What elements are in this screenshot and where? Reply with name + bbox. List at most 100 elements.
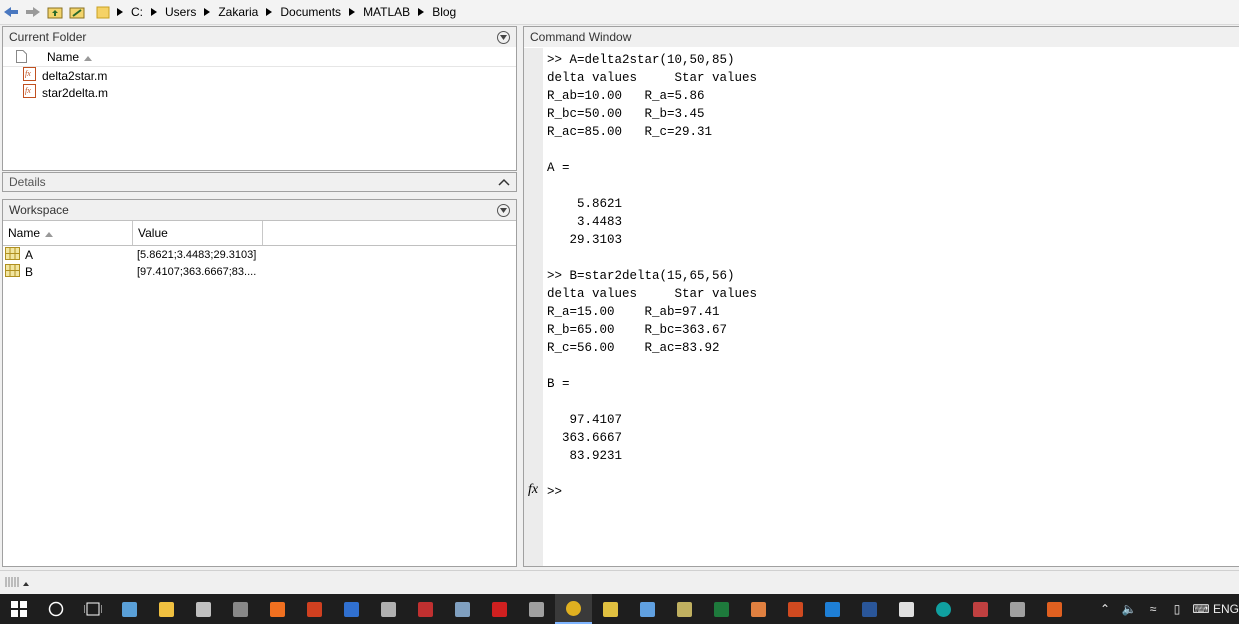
command-line: R_ab=10.00 R_a=5.86 [547,89,705,103]
breadcrumb-item[interactable]: Zakaria [213,5,263,19]
status-bar [0,570,1239,594]
sort-asc-icon[interactable] [84,50,93,64]
keyboard-icon[interactable]: ⌨ [1189,594,1213,624]
grip-icon[interactable] [4,576,30,591]
command-line: R_c=56.00 R_ac=83.92 [547,341,720,355]
edge-icon[interactable] [814,594,851,624]
file-row[interactable]: fx delta2star.m [3,67,516,84]
app-icon-7[interactable] [333,594,370,624]
up-folder-icon[interactable] [44,1,66,23]
arduino-icon[interactable] [925,594,962,624]
language-indicator[interactable]: ENG [1213,594,1239,624]
app-icon-15[interactable] [629,594,666,624]
command-line: 83.9231 [547,449,623,463]
chevron-up-icon[interactable] [498,175,510,189]
breadcrumb-item[interactable]: MATLAB [358,5,415,19]
mail-icon[interactable] [888,594,925,624]
chrome-icon[interactable] [555,594,592,624]
word-icon[interactable] [851,594,888,624]
windows-start-icon[interactable] [0,594,37,624]
file-type-icon [3,50,39,63]
chevron-up-icon[interactable]: ⌃ [1093,594,1117,624]
svg-text:fx: fx [25,69,31,78]
workspace-panel: Workspace Name Value A [5.8621;3.4483;29… [2,199,517,567]
battery-icon[interactable]: ▯ [1165,594,1189,624]
task-view-icon[interactable] [74,594,111,624]
command-output[interactable]: >> A=delta2star(10,50,85) delta values St… [547,51,757,501]
app-icon-10[interactable] [444,594,481,624]
command-line: R_b=65.00 R_bc=363.67 [547,323,728,337]
folder-icon [92,1,114,23]
app-icon-6[interactable] [296,594,333,624]
address-bar[interactable]: C: Users Zakaria Documents MATLAB Blog [92,0,461,25]
search-circle-icon[interactable] [37,594,74,624]
app-icon-25[interactable] [999,594,1036,624]
command-line [547,465,757,483]
matrix-icon [5,246,20,263]
details-panel[interactable]: Details [2,172,517,192]
column-label: Name [8,226,41,240]
command-line: 97.4107 [547,413,623,427]
file-row[interactable]: fx star2delta.m [3,84,516,101]
forward-icon[interactable] [22,1,44,23]
table-row[interactable]: B [97.4107;363.6667;83.... [3,263,516,280]
app-icon-1[interactable] [111,594,148,624]
app-icon-18[interactable] [740,594,777,624]
column-name[interactable]: Name [39,50,79,64]
command-window-panel: Command Window >> A=delta2star(10,50,85)… [523,26,1239,567]
chevron-right-icon[interactable] [263,8,275,16]
file-explorer-icon[interactable] [148,594,185,624]
command-line: B = [547,377,570,391]
sort-asc-icon[interactable] [45,226,54,240]
command-line: 3.4483 [547,215,623,229]
breadcrumb-item[interactable]: C: [126,5,148,19]
command-line: delta values Star values [547,71,758,85]
chevron-right-icon[interactable] [201,8,213,16]
panel-title: Command Window [530,30,632,44]
calculator-icon[interactable] [370,594,407,624]
breadcrumb-item[interactable]: Users [160,5,201,19]
powerpoint-icon[interactable] [777,594,814,624]
command-line: R_ac=85.00 R_c=29.31 [547,125,713,139]
app-icon-4[interactable] [222,594,259,624]
chevron-right-icon[interactable] [114,8,126,16]
volume-icon[interactable]: 🔈 [1117,594,1141,624]
app-icon-24[interactable] [962,594,999,624]
column-name[interactable]: Name [3,221,133,245]
chevron-right-icon[interactable] [346,8,358,16]
file-name: delta2star.m [42,68,108,83]
app-icon-16[interactable] [666,594,703,624]
svg-text:fx: fx [25,86,31,95]
command-line: R_bc=50.00 R_b=3.45 [547,107,705,121]
variable-value: [5.8621;3.4483;29.3103] [137,248,257,261]
app-icon-5[interactable] [259,594,296,624]
function-browser-icon[interactable]: fx [528,482,538,498]
chevron-right-icon[interactable] [148,8,160,16]
panel-menu-icon[interactable] [497,203,510,217]
column-value[interactable]: Value [133,221,263,245]
command-line: 29.3103 [547,233,623,247]
browse-folder-icon[interactable] [66,1,88,23]
panel-menu-icon[interactable] [497,30,510,44]
chevron-right-icon[interactable] [415,8,427,16]
app-icon-12[interactable] [518,594,555,624]
breadcrumb-item[interactable]: Documents [275,5,346,19]
breadcrumb-item[interactable]: Blog [427,5,461,19]
app-icon-9[interactable] [407,594,444,624]
variable-name: A [25,247,34,262]
app-icon-14[interactable] [592,594,629,624]
variable-name: B [25,264,34,279]
matlab-icon[interactable] [1036,594,1073,624]
command-line [547,141,757,159]
command-line: 363.6667 [547,431,623,445]
acrobat-icon[interactable] [481,594,518,624]
command-line: delta values Star values [547,287,758,301]
table-row[interactable]: A [5.8621;3.4483;29.3103] [3,246,516,263]
wifi-icon[interactable]: ≈ [1141,594,1165,624]
column-header: Name Value [3,220,516,246]
excel-icon[interactable] [703,594,740,624]
command-line: >> [547,485,563,499]
mfile-icon: fx [23,67,37,84]
back-icon[interactable] [0,1,22,23]
app-icon-3[interactable] [185,594,222,624]
